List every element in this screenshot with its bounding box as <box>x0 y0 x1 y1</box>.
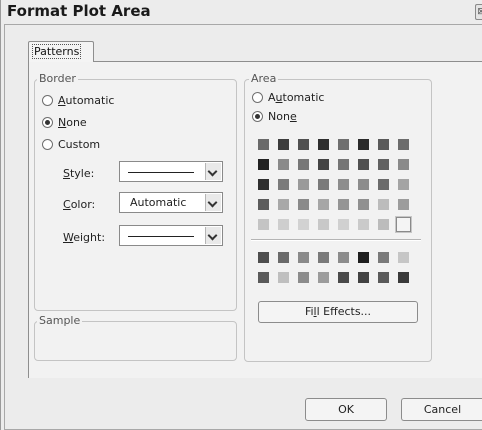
color-swatch[interactable] <box>278 179 289 190</box>
weight-label: Weight: <box>63 231 106 244</box>
color-swatch[interactable] <box>358 199 369 210</box>
color-swatch[interactable] <box>398 159 409 170</box>
color-label: Color: <box>63 198 96 211</box>
dialog-title: Format Plot Area <box>7 2 151 20</box>
color-swatch[interactable] <box>298 179 309 190</box>
color-swatch[interactable] <box>298 159 309 170</box>
color-swatch[interactable] <box>278 219 289 230</box>
area-caption: Area <box>249 72 279 85</box>
radio-button[interactable] <box>252 91 263 103</box>
dialog-window: Format Plot Area ⊠ Patterns Border Autom… <box>0 0 482 430</box>
color-value: Automatic <box>130 196 187 209</box>
title-bar[interactable]: Format Plot Area ⊠ <box>1 0 482 24</box>
color-swatch[interactable] <box>318 159 329 170</box>
tab-patterns[interactable]: Patterns <box>28 41 94 62</box>
chevron-down-icon[interactable] <box>205 163 221 180</box>
color-swatch[interactable] <box>278 199 289 210</box>
sample-group <box>34 321 237 361</box>
color-swatch[interactable] <box>358 139 369 150</box>
color-swatch[interactable] <box>338 199 349 210</box>
color-swatch[interactable] <box>398 272 409 283</box>
fill-effects-button[interactable]: Fill Effects... <box>258 301 418 323</box>
color-swatch[interactable] <box>258 252 269 263</box>
color-swatch[interactable] <box>318 252 329 263</box>
border-none-radio[interactable]: None <box>42 114 87 130</box>
line-sample <box>128 172 194 173</box>
radio-button-checked[interactable] <box>252 110 263 122</box>
color-swatch[interactable] <box>378 159 389 170</box>
color-swatch[interactable] <box>378 179 389 190</box>
style-label: Style: <box>63 167 95 180</box>
area-none-label: None <box>268 109 297 123</box>
color-swatch[interactable] <box>378 252 389 263</box>
color-swatch[interactable] <box>258 139 269 150</box>
border-custom-radio[interactable]: Custom <box>42 136 100 152</box>
color-swatch[interactable] <box>298 199 309 210</box>
color-swatch[interactable] <box>358 272 369 283</box>
area-none-radio[interactable]: None <box>252 108 297 124</box>
color-swatch[interactable] <box>398 252 409 263</box>
color-swatch[interactable] <box>398 139 409 150</box>
line-sample <box>128 236 194 237</box>
chevron-down-icon[interactable] <box>205 227 221 244</box>
color-swatch[interactable] <box>258 179 269 190</box>
color-swatch[interactable] <box>298 272 309 283</box>
color-swatch[interactable] <box>398 199 409 210</box>
color-swatch[interactable] <box>378 272 389 283</box>
cancel-button[interactable]: Cancel <box>401 398 482 421</box>
color-swatch[interactable] <box>395 216 412 233</box>
palette-divider <box>251 239 421 241</box>
style-dropdown[interactable] <box>119 161 223 182</box>
color-swatch[interactable] <box>338 272 349 283</box>
radio-button[interactable] <box>42 138 53 150</box>
color-swatch[interactable] <box>378 199 389 210</box>
border-custom-label: Custom <box>58 137 101 151</box>
border-caption: Border <box>37 72 78 85</box>
color-swatch[interactable] <box>258 272 269 283</box>
color-swatch[interactable] <box>398 179 409 190</box>
color-swatch[interactable] <box>338 219 349 230</box>
color-swatch[interactable] <box>258 159 269 170</box>
color-swatch[interactable] <box>278 272 289 283</box>
border-automatic-label: Automatic <box>58 93 115 107</box>
color-swatch[interactable] <box>378 139 389 150</box>
color-swatch[interactable] <box>318 219 329 230</box>
area-automatic-label: Automatic <box>268 90 325 104</box>
color-swatch[interactable] <box>338 159 349 170</box>
color-swatch[interactable] <box>278 139 289 150</box>
color-swatch[interactable] <box>338 179 349 190</box>
color-swatch[interactable] <box>258 219 269 230</box>
color-swatch[interactable] <box>358 159 369 170</box>
color-swatch[interactable] <box>318 139 329 150</box>
chevron-down-icon[interactable] <box>205 194 221 211</box>
color-swatch[interactable] <box>378 219 389 230</box>
color-swatch[interactable] <box>358 252 369 263</box>
fill-effects-label: Fill Effects... <box>304 305 372 318</box>
color-swatch[interactable] <box>258 199 269 210</box>
tab-patterns-label: Patterns <box>32 44 82 59</box>
color-swatch[interactable] <box>338 139 349 150</box>
color-swatch[interactable] <box>358 219 369 230</box>
close-icon[interactable]: ⊠ <box>475 4 482 20</box>
color-swatch[interactable] <box>318 199 329 210</box>
color-swatch[interactable] <box>298 252 309 263</box>
color-swatch[interactable] <box>338 252 349 263</box>
border-none-label: None <box>58 115 87 129</box>
color-swatch[interactable] <box>358 179 369 190</box>
radio-button[interactable] <box>42 94 53 106</box>
ok-button[interactable]: OK <box>305 398 387 421</box>
color-swatch[interactable] <box>298 219 309 230</box>
color-swatch[interactable] <box>278 159 289 170</box>
sample-caption: Sample <box>37 314 83 327</box>
color-dropdown[interactable]: Automatic <box>119 192 223 213</box>
area-automatic-radio[interactable]: Automatic <box>252 89 324 105</box>
weight-dropdown[interactable] <box>119 225 223 246</box>
color-swatch[interactable] <box>318 272 329 283</box>
color-swatch[interactable] <box>298 139 309 150</box>
color-swatch[interactable] <box>318 179 329 190</box>
color-swatch[interactable] <box>278 252 289 263</box>
border-automatic-radio[interactable]: Automatic <box>42 92 114 108</box>
radio-button-checked[interactable] <box>42 116 53 128</box>
